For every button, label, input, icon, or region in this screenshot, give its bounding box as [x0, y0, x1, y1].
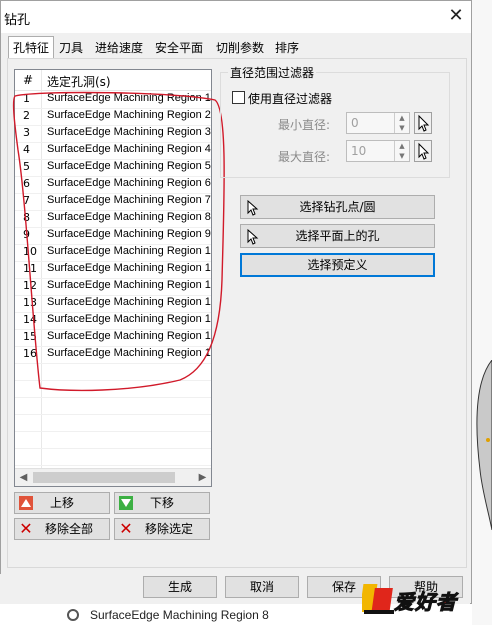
down-arrow-icon: [119, 496, 133, 510]
remove-all-label: 移除全部: [44, 522, 93, 536]
select-drill-points-button[interactable]: 选择钻孔点/圆: [240, 195, 435, 219]
cursor-icon: [247, 199, 259, 216]
remove-selected-button[interactable]: ✕ 移除选定: [114, 518, 210, 540]
select-drill-points-label: 选择钻孔点/圆: [299, 200, 376, 214]
background-strip: [472, 0, 492, 625]
remove-selected-label: 移除选定: [144, 522, 193, 536]
move-up-button[interactable]: 上移: [14, 492, 110, 514]
generate-button[interactable]: 生成: [143, 576, 217, 598]
empty-row: [15, 448, 211, 466]
scroll-left-icon[interactable]: ◀: [15, 469, 32, 486]
min-diameter-value: 0: [351, 116, 359, 130]
move-down-label: 下移: [149, 496, 174, 510]
cursor-icon: [247, 228, 259, 245]
scroll-right-icon[interactable]: ▶: [194, 469, 211, 486]
remove-x-icon: ✕: [119, 519, 133, 538]
empty-row: [15, 414, 211, 432]
move-down-button[interactable]: 下移: [114, 492, 210, 514]
tab-sort[interactable]: 排序: [275, 38, 299, 58]
move-up-label: 上移: [49, 496, 74, 510]
select-plane-holes-label: 选择平面上的孔: [295, 229, 380, 243]
close-icon[interactable]: ✕: [445, 4, 467, 28]
cursor-icon: [418, 142, 430, 160]
remove-x-icon: ✕: [19, 519, 33, 538]
min-diameter-spinner[interactable]: 0 ▲ ▼: [346, 112, 410, 134]
watermark-logo: 爱好者: [362, 580, 482, 618]
max-diameter-spinner[interactable]: 10 ▲ ▼: [346, 140, 410, 162]
select-plane-holes-button[interactable]: 选择平面上的孔: [240, 224, 435, 248]
horizontal-scrollbar[interactable]: ◀ ▶: [15, 468, 211, 486]
max-diameter-label: 最大直径:: [278, 150, 331, 164]
pick-max-button[interactable]: [414, 140, 432, 162]
min-diameter-label: 最小直径:: [278, 118, 331, 132]
select-predefined-button[interactable]: 选择预定义: [240, 253, 435, 277]
cursor-icon: [418, 114, 430, 132]
background-art: [476, 360, 492, 530]
region-icon: [67, 609, 79, 621]
pick-min-button[interactable]: [414, 112, 432, 134]
spinner-arrows-icon[interactable]: ▲ ▼: [394, 141, 409, 161]
empty-row: [15, 431, 211, 449]
annotation-circle: [12, 91, 225, 392]
spinner-arrows-icon[interactable]: ▲ ▼: [394, 113, 409, 133]
use-filter-checkbox[interactable]: [232, 91, 245, 104]
watermark-text: 爱好者: [394, 590, 457, 615]
diameter-filter-title: 直径范围过滤器: [228, 64, 317, 81]
select-predefined-label: 选择预定义: [307, 258, 368, 272]
scroll-thumb[interactable]: [33, 472, 175, 483]
cancel-button[interactable]: 取消: [225, 576, 299, 598]
remove-all-button[interactable]: ✕ 移除全部: [14, 518, 110, 540]
up-arrow-icon: [19, 496, 33, 510]
max-diameter-value: 10: [351, 144, 367, 158]
background-tree-label: SurfaceEdge Machining Region 8: [90, 608, 269, 622]
use-filter-label: 使用直径过滤器: [248, 92, 333, 106]
